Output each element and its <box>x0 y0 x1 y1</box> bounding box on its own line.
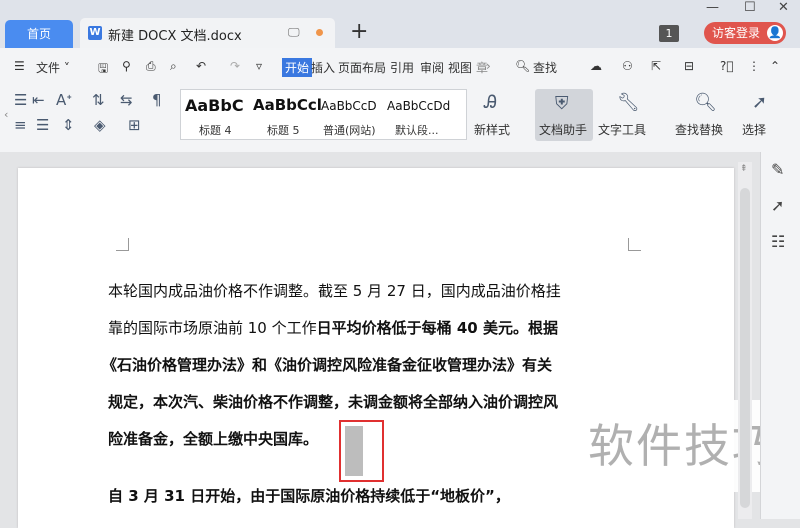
new-tab-button[interactable]: + <box>350 20 368 44</box>
tab-start[interactable]: 开始 <box>282 58 313 77</box>
wrench-icon[interactable]: 🔧︎ <box>617 92 640 113</box>
style-sample-default[interactable]: AaBbCcDd <box>387 99 450 113</box>
share-user-icon[interactable]: ⚇ <box>622 59 633 73</box>
pointer-icon[interactable]: ➚ <box>771 196 784 215</box>
tab-page-layout[interactable]: 页面布局 <box>338 59 386 76</box>
close-button[interactable]: ✕ <box>778 0 789 15</box>
select-button[interactable]: 选择 <box>742 121 766 138</box>
adjust-settings-icon[interactable]: ☷ <box>771 232 785 251</box>
tab-document[interactable]: W 新建 DOCX 文档.docx 🖵 <box>80 18 335 48</box>
collapse-ribbon-icon[interactable]: ⌃ <box>770 59 780 73</box>
login-label: 访客登录 <box>712 26 761 40</box>
restore-button[interactable]: ☐ <box>744 0 756 15</box>
doc-helper-label: 文档助手 <box>539 123 588 137</box>
font-size-increase-icon[interactable]: Aᐩ <box>56 91 72 109</box>
ribbon-scroll-left-icon[interactable]: ‹ <box>4 108 8 121</box>
style-sample-heading5[interactable]: AaBbCcl <box>253 96 322 114</box>
window-count-badge[interactable]: 1 <box>659 25 679 42</box>
menu-bar: ☰ 文件 ˅ 🖫 ⚲ ⎙ ⌕ ↶ ↷ ▿ 开始 插入 页面布局 引用 审阅 视图… <box>0 48 800 86</box>
help-icon[interactable]: ?⃝ <box>720 59 734 73</box>
shading-icon[interactable]: ◈ <box>94 116 106 134</box>
format-painter-icon[interactable]: ⚲ <box>122 59 131 73</box>
outdent-icon[interactable]: ⇤ <box>32 91 45 109</box>
hamburger-icon[interactable]: ☰ <box>14 59 25 73</box>
more-icon[interactable]: ⋮ <box>748 59 760 73</box>
new-style-button[interactable]: 新样式 <box>474 121 510 138</box>
chevron-right-icon[interactable]: › <box>486 59 491 73</box>
paragraph-spacing-icon[interactable]: ⇕ <box>62 116 75 134</box>
text-line: 靠的国际市场原油前 10 个工作日平均价格低于每桶 40 美元。根据 <box>108 310 628 347</box>
paragraph-2[interactable]: 自 3 月 31 日开始，由于国际原油价格持续低于“地板价”， <box>108 478 628 515</box>
side-panel: ✎ ➚ ☷ <box>760 152 800 519</box>
monitor-icon[interactable]: 🖵 <box>288 25 300 40</box>
tab-insert[interactable]: 插入 <box>311 59 335 76</box>
line-spacing-icon[interactable]: ⇆ <box>120 91 133 109</box>
ribbon-toolbar: ‹ ☰ ⇤ Aᐩ ⇅ ⇆ ¶ ≡ ☰ ⇕ ◈ ⊞ AaBbC 标题 4 AaBb… <box>0 86 800 153</box>
text-bold: 规定，本次汽、柴油价格不作调整，未调金额将全部纳入油价调控风 <box>108 393 559 411</box>
user-avatar-icon: 👤 <box>767 25 783 41</box>
minimize-button[interactable]: — <box>706 0 719 15</box>
style-sample-web[interactable]: AaBbCcD <box>321 99 377 113</box>
wps-writer-icon: W <box>88 26 102 40</box>
print-preview-icon[interactable]: ⌕ <box>170 59 177 74</box>
pen-icon[interactable]: ✎ <box>771 160 784 179</box>
redo-icon[interactable]: ↷ <box>230 59 240 73</box>
style-label-heading5[interactable]: 标题 5 <box>267 122 300 138</box>
tab-review[interactable]: 审阅 <box>420 59 444 76</box>
print-icon[interactable]: ⎙ <box>146 59 156 74</box>
margin-corner-left <box>116 238 129 251</box>
style-sample-heading4[interactable]: AaBbC <box>185 96 244 115</box>
doc-helper-icon: ⛨ <box>555 93 569 114</box>
export-icon[interactable]: ⇱ <box>651 59 661 73</box>
tab-view[interactable]: 视图 <box>448 59 472 76</box>
more-tools-icon[interactable]: ⊟ <box>684 59 694 73</box>
search-label[interactable]: 查找 <box>533 59 557 76</box>
text-bold: 日平均价格低于每桶 40 美元。根据 <box>316 319 558 337</box>
tab-home[interactable]: 首页 <box>5 20 73 48</box>
border-icon[interactable]: ⊞ <box>128 116 141 134</box>
align-left-icon[interactable]: ≡ <box>14 116 27 134</box>
style-label-web[interactable]: 普通(网站) <box>323 122 376 138</box>
tab-references[interactable]: 引用 <box>390 59 414 76</box>
style-label-default[interactable]: 默认段... <box>395 122 439 138</box>
text-normal: 本轮国内成品油价格不作调整。截至 5 月 27 日，国内成品油价格挂 <box>108 282 561 300</box>
list-indent-icon[interactable]: ☰ <box>14 91 27 109</box>
style-gallery: AaBbC 标题 4 AaBbCcl 标题 5 AaBbCcD 普通(网站) A… <box>180 89 467 140</box>
title-bar: 首页 W 新建 DOCX 文档.docx 🖵 + — ☐ ✕ 1 访客登录 👤 <box>0 0 800 48</box>
text-line: 《石油价格管理办法》和《油价调控风险准备金征收管理办法》有关 <box>102 347 628 384</box>
highlight-annotation-box <box>339 420 384 482</box>
cloud-icon[interactable]: ☁ <box>590 59 602 73</box>
select-cursor-icon[interactable]: ➚ <box>752 92 767 113</box>
margin-corner-right <box>628 238 641 251</box>
find-replace-icon[interactable]: 🔍︎ <box>694 92 717 113</box>
style-label-heading4[interactable]: 标题 4 <box>199 122 232 138</box>
document-tab-title: 新建 DOCX 文档.docx <box>108 29 242 44</box>
sort-icon[interactable]: ⇅ <box>92 91 105 109</box>
vertical-scrollbar[interactable]: ⇞ <box>738 162 752 519</box>
text-normal: 靠的国际市场原油前 10 个工作 <box>108 319 317 337</box>
undo-icon[interactable]: ↶ <box>196 59 206 73</box>
login-button[interactable]: 访客登录 👤 <box>704 22 786 44</box>
quick-access-dropdown-icon[interactable]: ▿ <box>256 59 262 73</box>
new-style-icon[interactable]: Ꭿ <box>484 92 497 113</box>
scrollbar-thumb[interactable] <box>740 188 750 508</box>
unsaved-dot-icon <box>316 29 323 36</box>
search-icon[interactable]: 🔍︎ <box>515 59 530 73</box>
text-bold: 《石油价格管理办法》和《油价调控风险准备金征收管理办法》有关 <box>102 356 553 374</box>
text-bold: 险准备金，全额上缴中央国库。 <box>108 430 319 448</box>
doc-helper-button[interactable]: ⛨ 文档助手 <box>535 89 593 141</box>
text-line: 规定，本次汽、柴油价格不作调整，未调金额将全部纳入油价调控风 <box>108 384 628 421</box>
save-icon[interactable]: 🖫 <box>98 59 108 80</box>
justify-icon[interactable]: ☰ <box>36 116 49 134</box>
find-replace-button[interactable]: 查找替换 <box>675 121 723 138</box>
text-line: 本轮国内成品油价格不作调整。截至 5 月 27 日，国内成品油价格挂 <box>108 273 628 310</box>
scroll-up-icon[interactable]: ⇞ <box>740 164 748 174</box>
file-menu-label: 文件 <box>36 61 61 75</box>
show-marks-icon[interactable]: ¶ <box>152 91 162 109</box>
text-tools-button[interactable]: 文字工具 <box>598 121 646 138</box>
file-menu[interactable]: 文件 ˅ <box>36 59 70 76</box>
